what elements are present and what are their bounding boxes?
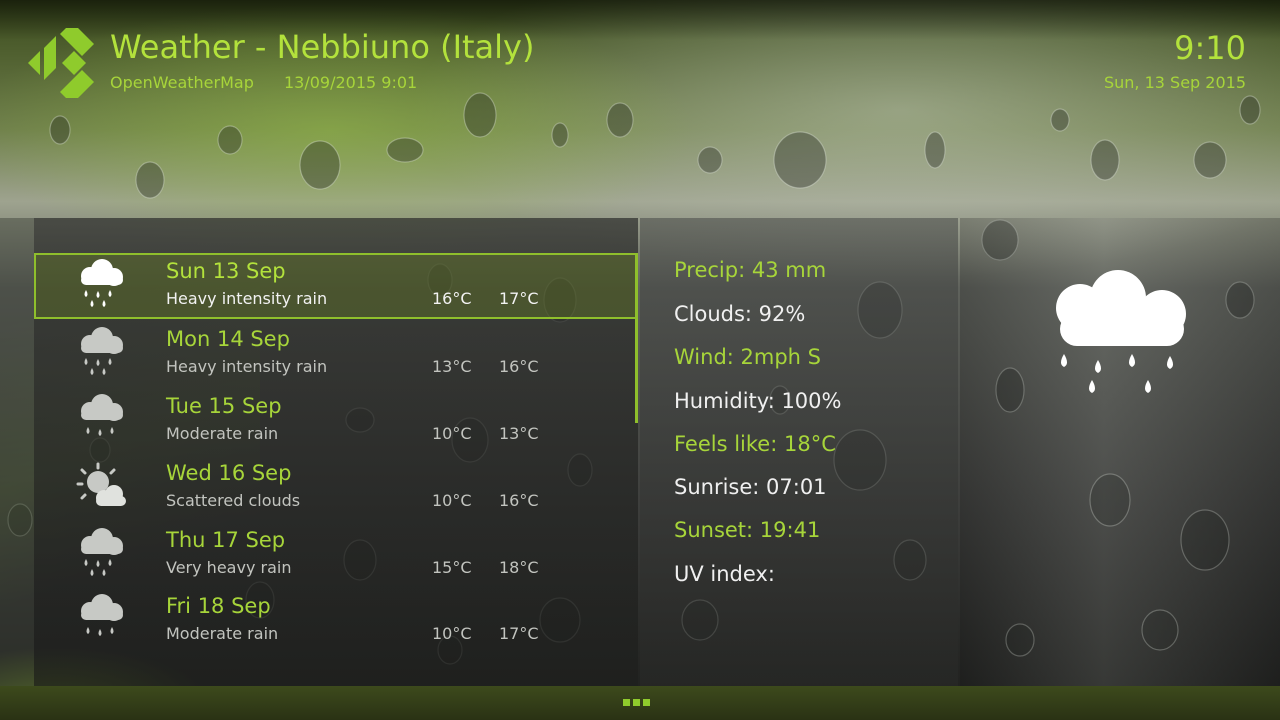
forecast-day: Tue 15 Sep — [166, 394, 282, 418]
forecast-low: 10°C — [432, 491, 472, 510]
forecast-day: Fri 18 Sep — [166, 594, 271, 618]
forecast-low: 10°C — [432, 424, 472, 443]
last-updated: 13/09/2015 9:01 — [284, 73, 418, 92]
sun-behind-cloud-icon — [76, 462, 126, 506]
forecast-day: Sun 13 Sep — [166, 259, 286, 283]
sunset: Sunset: 19:41 — [674, 518, 821, 542]
clock: 9:10 — [1174, 29, 1246, 67]
precipitation: Precip: 43 mm — [674, 258, 827, 282]
rain-cloud-icon — [1056, 270, 1186, 393]
forecast-description: Very heavy rain — [166, 558, 292, 577]
forecast-high: 13°C — [499, 424, 539, 443]
forecast-description: Scattered clouds — [166, 491, 301, 510]
sunrise: Sunrise: 07:01 — [674, 475, 827, 499]
forecast-low: 10°C — [432, 624, 472, 643]
more-options-icon[interactable] — [623, 699, 650, 706]
forecast-row-sun[interactable]: Sun 13 Sep Heavy intensity rain 16°C 17°… — [34, 253, 638, 319]
forecast-high: 16°C — [499, 491, 539, 510]
wind: Wind: 2mph S — [674, 345, 821, 369]
forecast-description: Moderate rain — [166, 624, 279, 643]
humidity: Humidity: 100% — [674, 389, 842, 413]
forecast-row-thu[interactable]: Thu 17 Sep Very heavy rain 15°C 18°C — [34, 522, 638, 588]
forecast-day: Thu 17 Sep — [166, 528, 286, 552]
forecast-high: 17°C — [499, 624, 539, 643]
forecast-row-mon[interactable]: Mon 14 Sep Heavy intensity rain 13°C 16°… — [34, 321, 638, 387]
left-strip — [0, 218, 34, 686]
forecast-high: 16°C — [499, 357, 539, 376]
rain-cloud-icon — [81, 327, 123, 375]
forecast-day: Wed 16 Sep — [166, 461, 292, 485]
rain-cloud-icon — [81, 259, 123, 307]
weather-provider: OpenWeatherMap — [110, 73, 254, 92]
forecast-row-fri[interactable]: Fri 18 Sep Moderate rain 10°C 17°C — [34, 588, 638, 654]
forecast-high: 18°C — [499, 558, 539, 577]
forecast-low: 15°C — [432, 558, 472, 577]
rain-cloud-icon — [81, 394, 123, 436]
forecast-description: Heavy intensity rain — [166, 289, 328, 308]
rain-cloud-icon — [81, 528, 123, 576]
rain-cloud-icon — [81, 594, 123, 636]
clouds: Clouds: 92% — [674, 302, 806, 326]
forecast-low: 13°C — [432, 357, 472, 376]
forecast-description: Heavy intensity rain — [166, 357, 328, 376]
uv-index: UV index: — [674, 562, 775, 586]
forecast-high: 17°C — [499, 289, 539, 308]
forecast-low: 16°C — [432, 289, 472, 308]
page-title: Weather - Nebbiuno (Italy) — [110, 28, 535, 66]
forecast-description: Moderate rain — [166, 424, 279, 443]
current-date: Sun, 13 Sep 2015 — [1103, 73, 1246, 92]
forecast-row-tue[interactable]: Tue 15 Sep Moderate rain 10°C 13°C — [34, 388, 638, 454]
forecast-row-wed[interactable]: Wed 16 Sep Scattered clouds 10°C 16°C — [34, 455, 638, 521]
kodi-logo — [28, 22, 94, 104]
forecast-day: Mon 14 Sep — [166, 327, 290, 351]
feels-like: Feels like: 18°C — [674, 432, 836, 456]
